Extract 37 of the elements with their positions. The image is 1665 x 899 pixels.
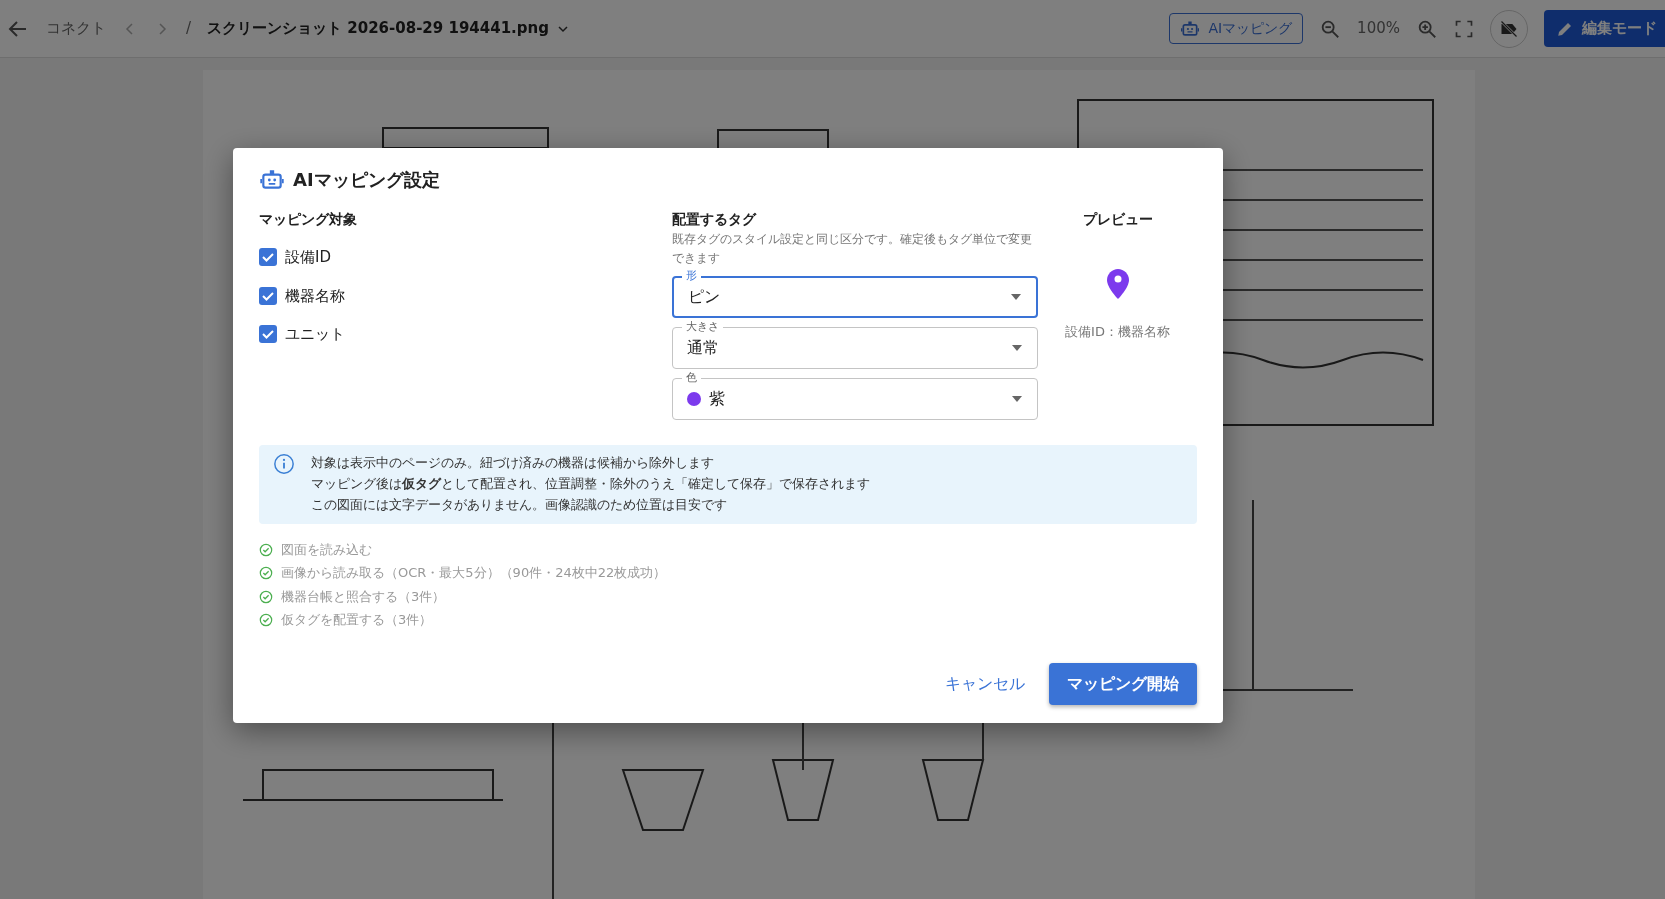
- field-value: ピン: [688, 286, 721, 309]
- dropdown-arrow-icon: [1011, 395, 1023, 404]
- hint-text: 既存タグのスタイル設定と同じ区分です。確定後もタグ単位で変更できます: [672, 231, 1033, 268]
- tag-preview-label: 設備ID：機器名称: [1065, 323, 1170, 341]
- field-value: 通常: [687, 337, 720, 360]
- section-heading: マッピング対象: [259, 210, 358, 229]
- checkbox-label: ユニット: [285, 324, 345, 345]
- step-label: 図面を読み込む: [281, 540, 372, 559]
- section-heading: 配置するタグ: [672, 210, 758, 229]
- section-heading: プレビュー: [1082, 210, 1153, 229]
- ai-mapping-button[interactable]: AIマッピング: [1169, 13, 1304, 44]
- checkbox[interactable]: [259, 286, 277, 305]
- dialog-title: AIマッピング設定: [293, 168, 440, 192]
- hidden-tag-icon: [1499, 18, 1519, 39]
- cancel-button[interactable]: キャンセル: [937, 671, 1033, 697]
- info-text: この図面には文字データがありません。画像認識のため位置は目安です: [311, 495, 728, 514]
- info-text: マッピング後は仮タグとして配置され、位置調整・除外のうえ「確定して保存」で保存されます: [311, 475, 870, 494]
- checkbox-label: 機器名称: [285, 285, 345, 307]
- step-label: 仮タグを配置する（3件）: [281, 611, 433, 630]
- dropdown-arrow-icon: [1010, 293, 1022, 302]
- checkbox-label: 設備ID: [285, 247, 331, 268]
- info-icon: [273, 453, 295, 476]
- fullscreen-icon[interactable]: [1454, 18, 1474, 39]
- dropdown-arrow-icon: [1011, 344, 1023, 353]
- zoom-level: 100%: [1357, 18, 1400, 40]
- file-name: スクリーンショット 2026-08-29 194441.png: [207, 18, 549, 40]
- checkbox[interactable]: [259, 325, 277, 344]
- checkbox[interactable]: [259, 248, 277, 267]
- step-label: 画像から読み取る（OCR・最大5分）（90件・24枚中22枚成功）: [281, 564, 667, 583]
- breadcrumb-link[interactable]: コネクト: [46, 17, 106, 40]
- info-text: 対象は表示中のページのみ。紐づけ済みの機器は候補から除外します: [311, 454, 715, 473]
- step-label: 機器台帳と照合する（3件）: [281, 587, 446, 606]
- path-separator: /: [186, 18, 192, 40]
- field-value: 紫: [709, 388, 726, 411]
- edit-mode-button[interactable]: 編集モード: [1544, 10, 1665, 47]
- start-mapping-button[interactable]: マッピング開始: [1049, 663, 1197, 705]
- tag-toggle-button[interactable]: [1490, 9, 1528, 48]
